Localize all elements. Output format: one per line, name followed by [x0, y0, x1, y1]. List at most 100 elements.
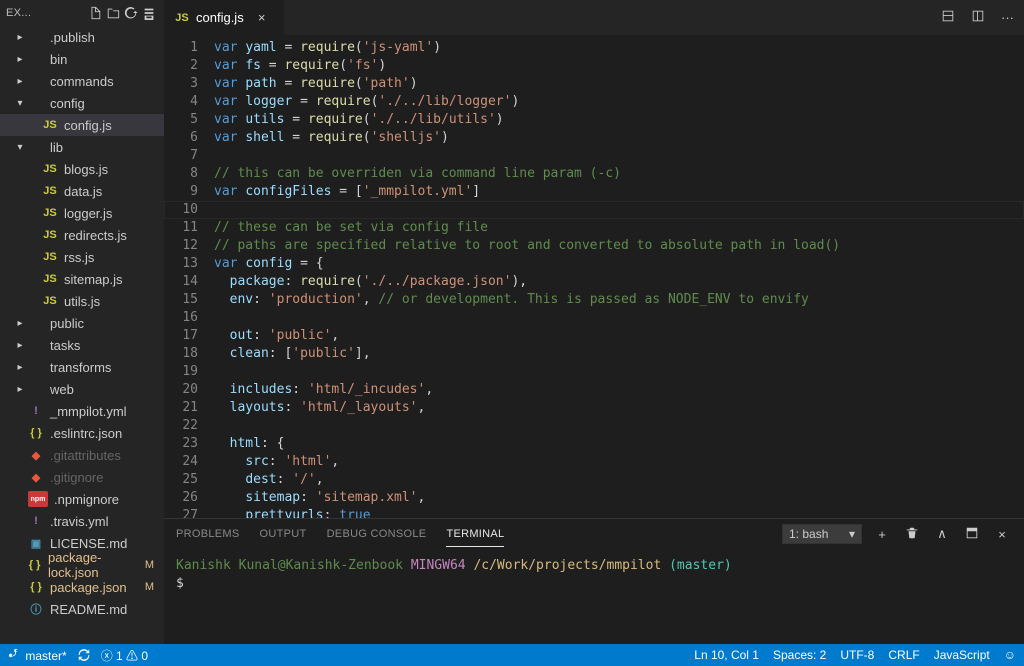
feedback-icon[interactable]: ☺ [1004, 648, 1016, 662]
npm-icon: npm [28, 491, 48, 507]
tree-item-bin[interactable]: ▸bin [0, 48, 164, 70]
js-icon: JS [42, 249, 58, 265]
split-right-icon[interactable] [967, 5, 989, 30]
tab-terminal[interactable]: TERMINAL [446, 522, 504, 547]
tree-item--eslintrc-json[interactable]: { }.eslintrc.json [0, 422, 164, 444]
panel-maximize-icon[interactable] [962, 526, 982, 543]
twistie-icon: ▸ [14, 76, 26, 87]
tree-item-label: data.js [64, 184, 102, 199]
tree-item-config-js[interactable]: JSconfig.js [0, 114, 164, 136]
twistie-icon: ▸ [14, 362, 26, 373]
tree-item-label: .travis.yml [50, 514, 109, 529]
folder-icon [28, 51, 44, 67]
tree-item-label: _mmpilot.yml [50, 404, 127, 419]
tree-item--mmpilot-yml[interactable]: !_mmpilot.yml [0, 400, 164, 422]
twistie-icon: ▾ [14, 98, 26, 109]
folder-icon [28, 29, 44, 45]
tab-bar: JS config.js × ··· [164, 0, 1024, 35]
modified-badge: M [145, 581, 154, 593]
tree-item-label: package-lock.json [48, 550, 145, 580]
eol[interactable]: CRLF [888, 648, 919, 662]
tree-item-data-js[interactable]: JS data.js [0, 180, 164, 202]
more-icon[interactable]: ··· [997, 6, 1018, 29]
tab-debug-console[interactable]: DEBUG CONSOLE [327, 522, 427, 546]
tree-item-sitemap-js[interactable]: JSsitemap.js [0, 268, 164, 290]
term-env: MINGW64 [411, 558, 474, 573]
terminal-content[interactable]: Kanishk Kunal@Kanishk-Zenbook MINGW64 /c… [164, 549, 1024, 644]
code-editor[interactable]: 1234567891011121314151617181920212223242… [164, 35, 1024, 518]
tab-config-js[interactable]: JS config.js × [164, 0, 284, 35]
new-file-icon[interactable] [86, 4, 104, 22]
new-terminal-icon[interactable]: + [872, 527, 892, 542]
tree-item-rss-js[interactable]: JS rss.js [0, 246, 164, 268]
branch-indicator[interactable]: master* [8, 648, 67, 663]
close-icon[interactable]: × [254, 10, 270, 25]
tree-item-label: redirects.js [64, 228, 127, 243]
twistie-icon: ▸ [14, 318, 26, 329]
tree-item--gitignore[interactable]: ◆.gitignore [0, 466, 164, 488]
status-bar: master* ⓧ 1 ⚠ 0 Ln 10, Col 1 Spaces: 2 U… [0, 644, 1024, 666]
js-icon: JS [42, 183, 58, 199]
indent-setting[interactable]: Spaces: 2 [773, 648, 826, 662]
tab-label: config.js [196, 10, 244, 25]
yml-icon: ! [28, 513, 44, 529]
tree-item-label: rss.js [64, 250, 94, 265]
term-user: Kanishk Kunal@Kanishk-Zenbook [176, 558, 403, 573]
json-cfg-icon: { } [28, 425, 44, 441]
tree-item-blogs-js[interactable]: JSblogs.js [0, 158, 164, 180]
tree-item-tasks[interactable]: ▸tasks [0, 334, 164, 356]
tree-item-label: config.js [64, 118, 112, 133]
tree-item-label: transforms [50, 360, 111, 375]
panel-tabs: PROBLEMS OUTPUT DEBUG CONSOLE TERMINAL 1… [164, 519, 1024, 549]
js-icon: JS [174, 10, 190, 26]
panel-close-icon[interactable]: × [992, 527, 1012, 542]
language-mode[interactable]: JavaScript [934, 648, 990, 662]
tree-item--gitattributes[interactable]: ◆.gitattributes [0, 444, 164, 466]
folder-icon [28, 95, 44, 111]
tree-item-label: .gitattributes [50, 448, 121, 463]
modified-badge: M [145, 559, 154, 571]
tree-item-package-lock-json[interactable]: { }package-lock.jsonM [0, 554, 164, 576]
tree-item--travis-yml[interactable]: ! .travis.yml [0, 510, 164, 532]
tab-problems[interactable]: PROBLEMS [176, 522, 240, 546]
tree-item-lib[interactable]: ▾lib [0, 136, 164, 158]
tab-output[interactable]: OUTPUT [260, 522, 307, 546]
tree-item-label: .gitignore [50, 470, 103, 485]
kill-terminal-icon[interactable] [902, 526, 922, 543]
tree-item-transforms[interactable]: ▸ transforms [0, 356, 164, 378]
tree-item-config[interactable]: ▾ config [0, 92, 164, 114]
sync-icon[interactable] [77, 648, 91, 663]
panel-up-icon[interactable]: ∧ [932, 526, 952, 542]
tree-item-commands[interactable]: ▸ commands [0, 70, 164, 92]
cursor-position[interactable]: Ln 10, Col 1 [694, 648, 759, 662]
bottom-panel: PROBLEMS OUTPUT DEBUG CONSOLE TERMINAL 1… [164, 518, 1024, 644]
new-folder-icon[interactable] [104, 4, 122, 22]
collapse-all-icon[interactable] [140, 4, 158, 22]
tree-item-utils-js[interactable]: JSutils.js [0, 290, 164, 312]
tree-item-public[interactable]: ▸ public [0, 312, 164, 334]
tree-item-label: public [50, 316, 84, 331]
tree-item-label: config [50, 96, 85, 111]
tree-item-readme-md[interactable]: ⓘREADME.md [0, 598, 164, 620]
json-icon: { } [28, 579, 44, 595]
tree-item-redirects-js[interactable]: JSredirects.js [0, 224, 164, 246]
tree-item-web[interactable]: ▸web [0, 378, 164, 400]
twistie-icon: ▾ [14, 142, 26, 153]
tree-item-logger-js[interactable]: JSlogger.js [0, 202, 164, 224]
tree-item--publish[interactable]: ▸.publish [0, 26, 164, 48]
refresh-icon[interactable] [122, 4, 140, 22]
terminal-select[interactable]: 1: bash [782, 524, 862, 544]
term-path: /c/Work/projects/mmpilot [473, 558, 661, 573]
split-down-icon[interactable] [937, 5, 959, 30]
tree-item--npmignore[interactable]: npm .npmignore [0, 488, 164, 510]
tree-item-label: LICENSE.md [50, 536, 127, 551]
folder-icon [28, 139, 44, 155]
encoding[interactable]: UTF-8 [840, 648, 874, 662]
errors-warnings[interactable]: ⓧ 1 ⚠ 0 [101, 647, 148, 664]
tree-item-label: blogs.js [64, 162, 108, 177]
code-content: var yaml = require('js-yaml')var fs = re… [214, 35, 1024, 518]
tree-item-label: commands [50, 74, 114, 89]
tree-item-label: .npmignore [54, 492, 119, 507]
tree-item-label: sitemap.js [64, 272, 123, 287]
tree-item-label: package.json [50, 580, 127, 595]
